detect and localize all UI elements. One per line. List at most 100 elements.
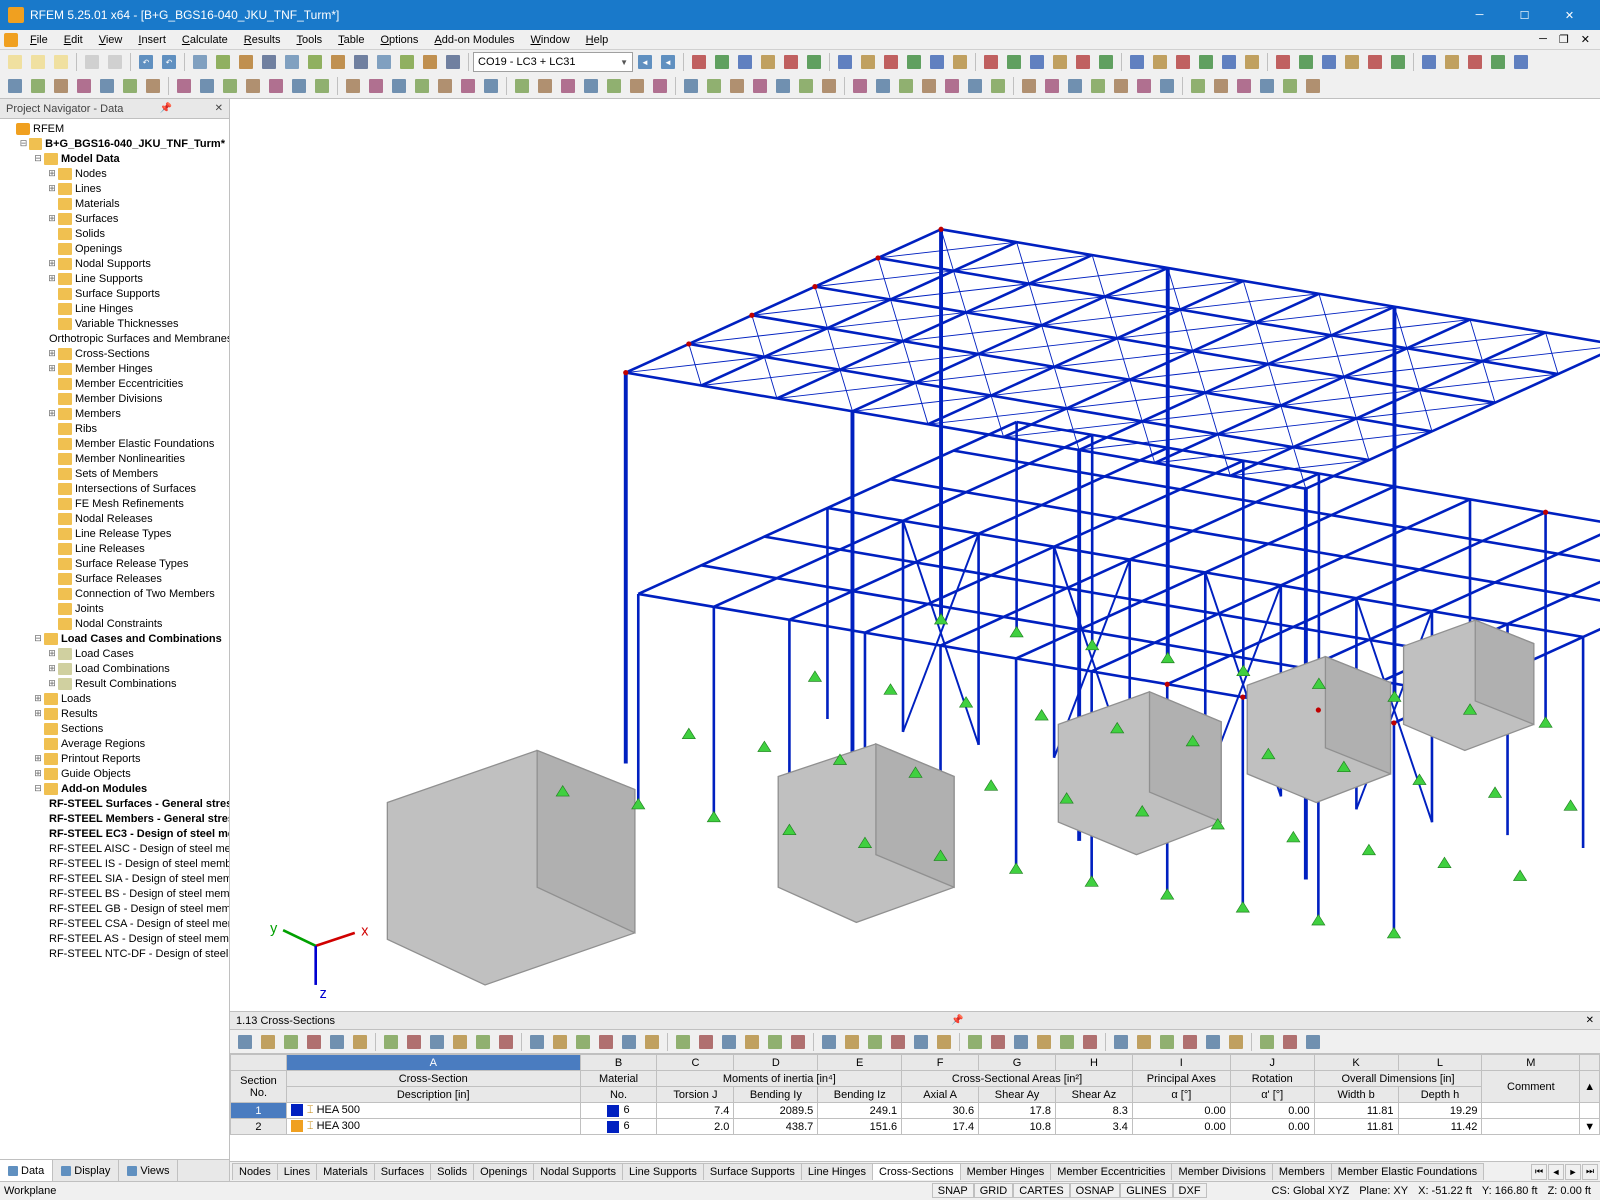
tree-node[interactable]: Surface Release Types — [0, 556, 229, 571]
redo-button[interactable]: ↶ — [158, 51, 180, 73]
rtool-34[interactable] — [1510, 51, 1532, 73]
tbtool-19[interactable] — [695, 1031, 717, 1053]
menu-results[interactable]: Results — [236, 32, 289, 48]
tbtool-44[interactable] — [1302, 1031, 1324, 1053]
tbtool-8[interactable] — [426, 1031, 448, 1053]
dtool-5[interactable] — [119, 75, 141, 97]
rtool-27[interactable] — [1341, 51, 1363, 73]
dtool-28[interactable] — [680, 75, 702, 97]
tree-node[interactable]: ⊞Lines — [0, 181, 229, 196]
table-tab[interactable]: Nodal Supports — [533, 1163, 623, 1180]
col-letter[interactable]: M — [1482, 1055, 1580, 1071]
status-glines[interactable]: GLINES — [1120, 1183, 1172, 1198]
tree-node[interactable]: Solids — [0, 226, 229, 241]
tbtool-36[interactable] — [1110, 1031, 1132, 1053]
save-button[interactable] — [50, 51, 72, 73]
menu-calculate[interactable]: Calculate — [174, 32, 236, 48]
model-canvas[interactable]: x y z — [230, 99, 1600, 1011]
dtool-54[interactable] — [1302, 75, 1324, 97]
tool-10[interactable] — [419, 51, 441, 73]
dtool-9[interactable] — [219, 75, 241, 97]
rtool-3[interactable] — [757, 51, 779, 73]
tree-node[interactable]: ⊞Nodes — [0, 166, 229, 181]
tree-node[interactable]: Line Hinges — [0, 301, 229, 316]
rtool-8[interactable] — [880, 51, 902, 73]
rtool-25[interactable] — [1295, 51, 1317, 73]
dtool-26[interactable] — [626, 75, 648, 97]
tool-0[interactable] — [189, 51, 211, 73]
dtool-53[interactable] — [1279, 75, 1301, 97]
tree-node[interactable]: ⊟B+G_BGS16-040_JKU_TNF_Turm* — [0, 136, 229, 151]
tbtool-37[interactable] — [1133, 1031, 1155, 1053]
new-button[interactable] — [4, 51, 26, 73]
tree-node[interactable]: ⊟Load Cases and Combinations — [0, 631, 229, 646]
tbtool-5[interactable] — [349, 1031, 371, 1053]
tbtool-18[interactable] — [672, 1031, 694, 1053]
dtool-6[interactable] — [142, 75, 164, 97]
tbtool-27[interactable] — [887, 1031, 909, 1053]
rtool-28[interactable] — [1364, 51, 1386, 73]
tree-node[interactable]: RF-STEEL IS - Design of steel members — [0, 856, 229, 871]
dtool-23[interactable] — [557, 75, 579, 97]
dtool-19[interactable] — [457, 75, 479, 97]
dtool-17[interactable] — [411, 75, 433, 97]
tree-node[interactable]: Line Release Types — [0, 526, 229, 541]
dtool-38[interactable] — [918, 75, 940, 97]
dtool-22[interactable] — [534, 75, 556, 97]
tbtool-6[interactable] — [380, 1031, 402, 1053]
table-row[interactable]: 2 ⌶ HEA 300 6 2.0438.7151.6 17.410.83.4 … — [231, 1119, 1600, 1135]
col-letter[interactable]: E — [818, 1055, 902, 1071]
tree-node[interactable]: ⊞Results — [0, 706, 229, 721]
tool-8[interactable] — [373, 51, 395, 73]
dtool-36[interactable] — [872, 75, 894, 97]
dtool-30[interactable] — [726, 75, 748, 97]
dtool-44[interactable] — [1064, 75, 1086, 97]
tbtool-24[interactable] — [818, 1031, 840, 1053]
tree-node[interactable]: RFEM — [0, 121, 229, 136]
dtool-11[interactable] — [265, 75, 287, 97]
rtool-12[interactable] — [980, 51, 1002, 73]
tool-5[interactable] — [304, 51, 326, 73]
tbtool-38[interactable] — [1156, 1031, 1178, 1053]
tbtool-4[interactable] — [326, 1031, 348, 1053]
tbtool-39[interactable] — [1179, 1031, 1201, 1053]
tbtool-22[interactable] — [764, 1031, 786, 1053]
tree-node[interactable]: FE Mesh Refinements — [0, 496, 229, 511]
rtool-9[interactable] — [903, 51, 925, 73]
tbtool-32[interactable] — [1010, 1031, 1032, 1053]
dtool-49[interactable] — [1187, 75, 1209, 97]
col-letter[interactable]: L — [1398, 1055, 1482, 1071]
col-letter[interactable]: G — [979, 1055, 1056, 1071]
tree-node[interactable]: Ribs — [0, 421, 229, 436]
tree-node[interactable]: ⊞Line Supports — [0, 271, 229, 286]
status-osnap[interactable]: OSNAP — [1070, 1183, 1121, 1198]
menu-options[interactable]: Options — [372, 32, 426, 48]
tree-node[interactable]: ⊞Guide Objects — [0, 766, 229, 781]
tbtool-34[interactable] — [1056, 1031, 1078, 1053]
menu-tools[interactable]: Tools — [288, 32, 330, 48]
rtool-1[interactable] — [711, 51, 733, 73]
menu-addon[interactable]: Add-on Modules — [426, 32, 522, 48]
tbtool-16[interactable] — [618, 1031, 640, 1053]
dtool-31[interactable] — [749, 75, 771, 97]
rtool-18[interactable] — [1126, 51, 1148, 73]
dtool-45[interactable] — [1087, 75, 1109, 97]
dtool-51[interactable] — [1233, 75, 1255, 97]
status-snap[interactable]: SNAP — [932, 1183, 974, 1198]
dtool-1[interactable] — [27, 75, 49, 97]
dtool-39[interactable] — [941, 75, 963, 97]
tab-next[interactable]: ► — [1565, 1164, 1581, 1180]
print-button[interactable] — [81, 51, 103, 73]
tree-node[interactable]: Surface Releases — [0, 571, 229, 586]
tool-3[interactable] — [258, 51, 280, 73]
table-tab[interactable]: Member Elastic Foundations — [1331, 1163, 1484, 1180]
tbtool-21[interactable] — [741, 1031, 763, 1053]
tree-node[interactable]: ⊞Load Cases — [0, 646, 229, 661]
tbtool-13[interactable] — [549, 1031, 571, 1053]
tree-node[interactable]: ⊞Cross-Sections — [0, 346, 229, 361]
tree-node[interactable]: Connection of Two Members — [0, 586, 229, 601]
tree-node[interactable]: Surface Supports — [0, 286, 229, 301]
col-letter[interactable]: I — [1132, 1055, 1230, 1071]
tree-node[interactable]: ⊞Member Hinges — [0, 361, 229, 376]
dtool-3[interactable] — [73, 75, 95, 97]
